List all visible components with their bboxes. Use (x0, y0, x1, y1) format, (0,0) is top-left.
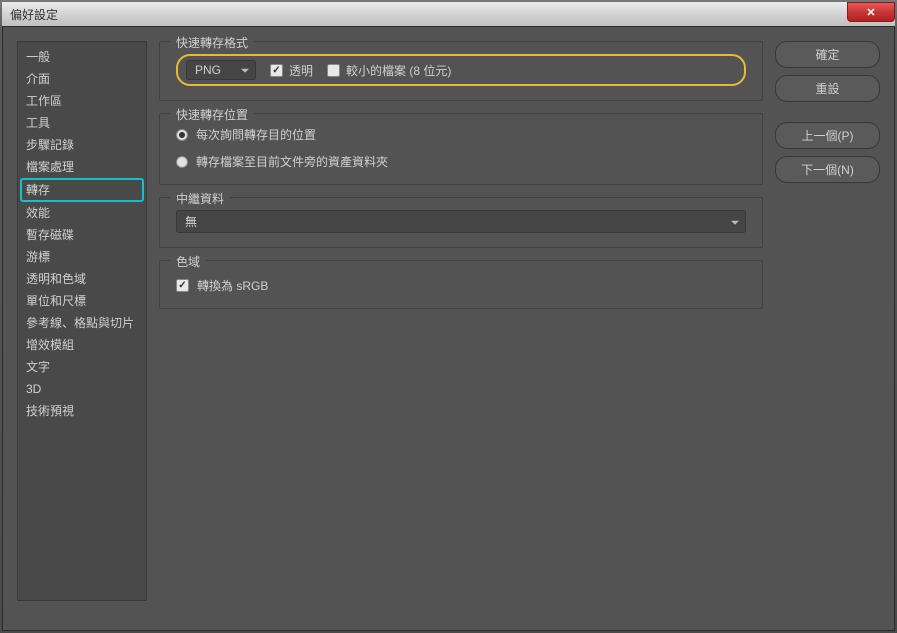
window-title: 偏好設定 (10, 6, 58, 23)
srgb-label: 轉換為 sRGB (197, 277, 268, 294)
srgb-checkbox[interactable] (176, 279, 189, 292)
fieldset-colorspace: 色域 轉換為 sRGB (159, 260, 763, 309)
fieldset-location: 快速轉存位置 每次詢問轉存目的位置 轉存檔案至目前文件旁的資產資料夾 (159, 113, 763, 185)
sidebar-item-tools[interactable]: 工具 (18, 112, 146, 134)
ok-button[interactable]: 確定 (775, 41, 880, 68)
smaller-checkbox[interactable] (327, 64, 340, 77)
transparent-checkbox[interactable] (270, 64, 283, 77)
transparent-checkbox-wrap: 透明 (270, 62, 313, 79)
sidebar-item-type[interactable]: 文字 (18, 356, 146, 378)
legend-metadata: 中繼資料 (170, 190, 230, 207)
sidebar-item-plugins[interactable]: 增效模組 (18, 334, 146, 356)
legend-colorspace: 色域 (170, 253, 206, 270)
close-button[interactable]: ✕ (847, 2, 895, 22)
sidebar-item-general[interactable]: 一般 (18, 46, 146, 68)
content-area: 一般 介面 工作區 工具 步驟記錄 檔案處理 轉存 效能 暫存磁碟 游標 透明和… (2, 26, 895, 631)
button-column: 確定 重設 上一個(P) 下一個(N) (775, 41, 880, 616)
legend-format: 快速轉存格式 (170, 34, 254, 51)
next-button[interactable]: 下一個(N) (775, 156, 880, 183)
sidebar-item-3d[interactable]: 3D (18, 378, 146, 400)
fieldset-metadata: 中繼資料 無 (159, 197, 763, 248)
titlebar: 偏好設定 ✕ (2, 2, 895, 26)
sidebar-item-filehandling[interactable]: 檔案處理 (18, 156, 146, 178)
preferences-window: 偏好設定 ✕ 一般 介面 工作區 工具 步驟記錄 檔案處理 轉存 效能 暫存磁碟… (0, 0, 897, 633)
sidebar-item-transparency[interactable]: 透明和色域 (18, 268, 146, 290)
fieldset-format: 快速轉存格式 PNG 透明 較小的檔案 (8 位元) (159, 41, 763, 101)
radio-assets-label: 轉存檔案至目前文件旁的資產資料夾 (196, 153, 388, 170)
format-dropdown[interactable]: PNG (186, 60, 256, 80)
sidebar-item-guides[interactable]: 參考線、格點與切片 (18, 312, 146, 334)
legend-location: 快速轉存位置 (170, 106, 254, 123)
sidebar-item-units[interactable]: 單位和尺標 (18, 290, 146, 312)
metadata-dropdown[interactable]: 無 (176, 210, 746, 233)
sidebar-item-history[interactable]: 步驟記錄 (18, 134, 146, 156)
radio-ask-label: 每次詢問轉存目的位置 (196, 126, 316, 143)
sidebar-item-techpreview[interactable]: 技術預視 (18, 400, 146, 422)
main-panel: 快速轉存格式 PNG 透明 較小的檔案 (8 位元) (159, 41, 880, 616)
radio-row-ask: 每次詢問轉存目的位置 (176, 126, 746, 143)
radio-row-assets: 轉存檔案至目前文件旁的資產資料夾 (176, 153, 746, 170)
sidebar-item-cursors[interactable]: 游標 (18, 246, 146, 268)
close-icon: ✕ (866, 6, 875, 19)
sidebar-item-performance[interactable]: 效能 (18, 202, 146, 224)
smaller-checkbox-wrap: 較小的檔案 (8 位元) (327, 62, 451, 79)
sidebar-item-interface[interactable]: 介面 (18, 68, 146, 90)
radio-assets[interactable] (176, 156, 188, 168)
transparent-label: 透明 (289, 62, 313, 79)
settings-area: 快速轉存格式 PNG 透明 較小的檔案 (8 位元) (159, 41, 763, 616)
radio-ask[interactable] (176, 129, 188, 141)
button-spacer (775, 109, 880, 115)
sidebar-item-workspace[interactable]: 工作區 (18, 90, 146, 112)
srgb-checkbox-wrap: 轉換為 sRGB (176, 277, 746, 294)
smaller-label: 較小的檔案 (8 位元) (346, 62, 451, 79)
category-sidebar: 一般 介面 工作區 工具 步驟記錄 檔案處理 轉存 效能 暫存磁碟 游標 透明和… (17, 41, 147, 601)
sidebar-item-export[interactable]: 轉存 (20, 178, 144, 202)
format-highlight-row: PNG 透明 較小的檔案 (8 位元) (176, 54, 746, 86)
prev-button[interactable]: 上一個(P) (775, 122, 880, 149)
sidebar-item-scratch[interactable]: 暫存磁碟 (18, 224, 146, 246)
reset-button[interactable]: 重設 (775, 75, 880, 102)
